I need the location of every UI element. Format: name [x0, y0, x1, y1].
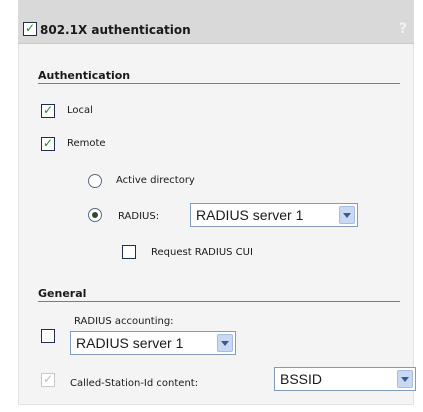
- radius-accounting-server-value: RADIUS server 1: [76, 335, 184, 351]
- radius-label: RADIUS:: [118, 211, 160, 222]
- checkmark-icon: ✓: [25, 21, 36, 35]
- radio-selected-dot-icon: [92, 212, 98, 218]
- checkmark-icon: ✓: [43, 103, 54, 117]
- remote-label: Remote: [67, 138, 106, 149]
- chevron-down-icon[interactable]: [397, 370, 413, 388]
- help-icon[interactable]: ?: [399, 21, 407, 37]
- chevron-down-icon[interactable]: [217, 334, 233, 352]
- section-authentication-heading: Authentication: [38, 69, 131, 82]
- called-station-id-select[interactable]: BSSID: [274, 367, 416, 391]
- panel-header: [18, 0, 414, 44]
- radius-accounting-label: RADIUS accounting:: [74, 316, 174, 327]
- radius-accounting-checkbox[interactable]: [41, 329, 55, 343]
- section-divider: [38, 83, 400, 84]
- active-directory-radio[interactable]: [88, 174, 102, 188]
- radius-radio[interactable]: [88, 208, 102, 222]
- remote-checkbox[interactable]: ✓: [41, 136, 55, 151]
- called-station-id-value: BSSID: [280, 371, 323, 387]
- checkmark-icon: ✓: [43, 136, 54, 150]
- section-general-heading: General: [38, 287, 87, 300]
- called-station-id-label: Called-Station-Id content:: [70, 378, 199, 389]
- radius-accounting-server-select[interactable]: RADIUS server 1: [70, 331, 236, 355]
- request-cui-checkbox[interactable]: [122, 245, 136, 259]
- checkmark-icon: ✓: [43, 372, 54, 386]
- local-checkbox[interactable]: ✓: [41, 103, 55, 118]
- radius-server-value: RADIUS server 1: [196, 207, 304, 223]
- chevron-down-icon[interactable]: [339, 206, 355, 224]
- header-enable-checkbox[interactable]: ✓: [23, 21, 37, 36]
- local-label: Local: [67, 105, 93, 116]
- active-directory-label: Active directory: [116, 175, 195, 186]
- panel-title: 802.1X authentication: [40, 23, 191, 37]
- called-station-id-checkbox[interactable]: ✓: [41, 372, 55, 387]
- radius-server-select[interactable]: RADIUS server 1: [190, 203, 358, 227]
- request-cui-label: Request RADIUS CUI: [151, 247, 253, 258]
- section-divider: [38, 301, 400, 302]
